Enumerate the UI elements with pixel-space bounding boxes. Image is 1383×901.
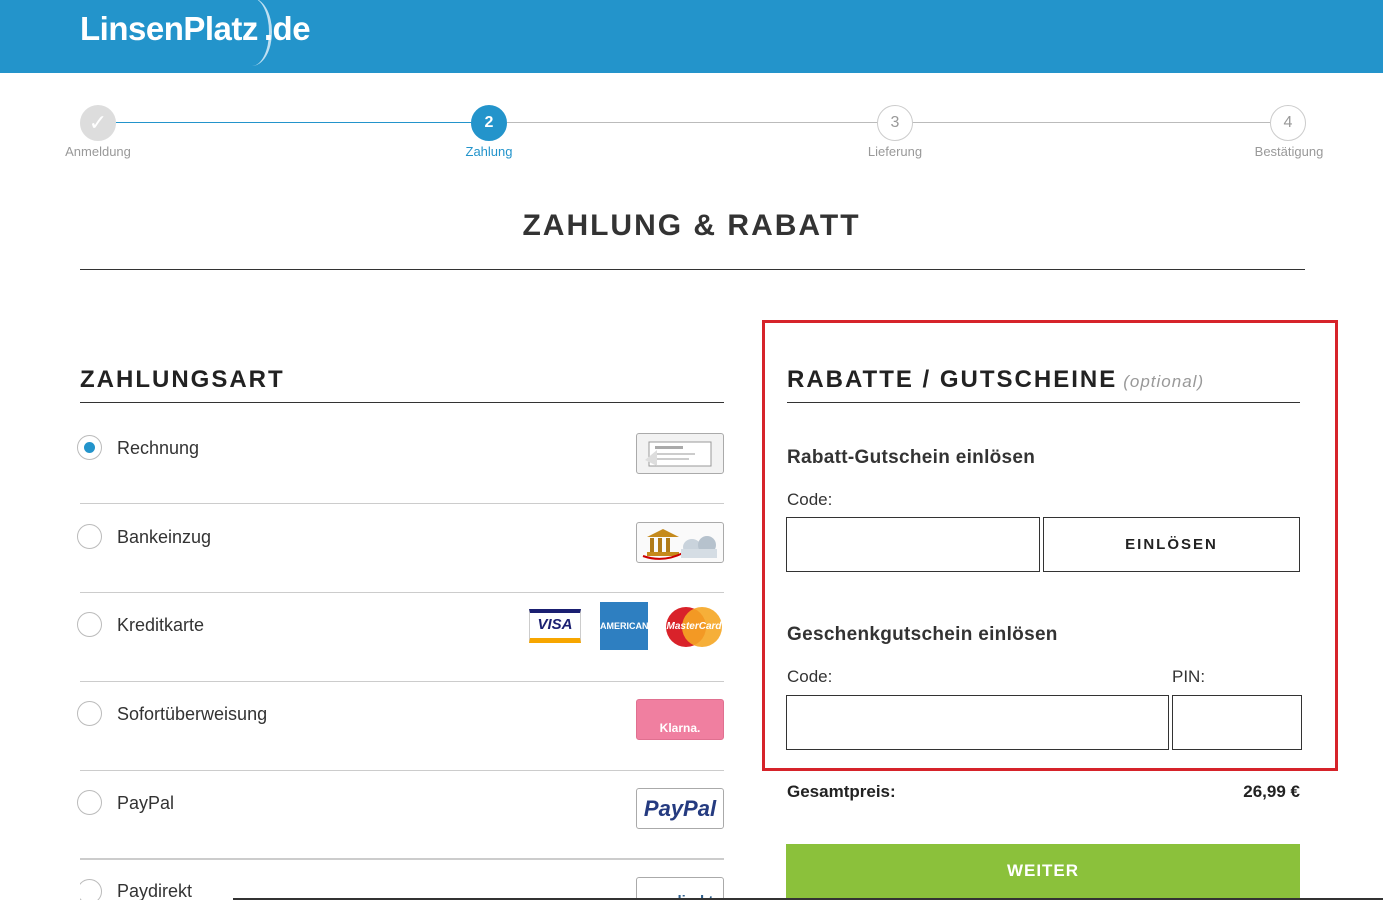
checkout-progress: ✓ Anmeldung 2 Zahlung 3 Lieferung 4 Best…	[0, 100, 1383, 170]
klarna-logo: Klarna.	[636, 699, 724, 740]
step-3-circle: 3	[877, 105, 913, 141]
coupon-code-input[interactable]	[786, 517, 1040, 572]
discount-title-text: RABATTE / GUTSCHEINE	[787, 366, 1118, 393]
step-2-circle: 2	[471, 105, 507, 141]
radio-paypal[interactable]	[77, 790, 102, 815]
payment-label-bankeinzug: Bankeinzug	[117, 527, 212, 547]
mastercard-text: MasterCard	[666, 621, 722, 632]
step-2-label: Zahlung	[465, 144, 513, 159]
payment-label-paydirekt: Paydirekt	[117, 881, 193, 900]
invoice-icon	[636, 433, 724, 474]
redeem-coupon-button[interactable]: EINLÖSEN	[1043, 517, 1300, 572]
total-price-label: Gesamtpreis:	[787, 782, 896, 801]
amex-logo: AMERICAN EXPRESS	[600, 602, 649, 679]
progress-line-completed	[116, 122, 472, 123]
coupon-title: Rabatt-Gutschein einlösen	[787, 447, 1036, 468]
gift-code-label: Code:	[787, 667, 833, 686]
payment-label-rechnung: Rechnung	[117, 438, 200, 458]
mastercard-logo: MasterCard	[666, 607, 722, 647]
logo-tld-text: .de	[263, 10, 311, 47]
payment-section-title: ZAHLUNGSART	[80, 366, 285, 393]
gift-code-input[interactable]	[786, 695, 1169, 750]
step-1-label: Anmeldung	[65, 144, 131, 159]
paydirekt-logo: paydirekt	[636, 877, 724, 900]
radio-sofort[interactable]	[77, 701, 102, 726]
bottom-divider	[233, 898, 1383, 900]
visa-logo: VISA	[529, 609, 581, 643]
site-logo[interactable]: LinsenPlatz .de	[80, 0, 311, 66]
total-price-value: 26,99 €	[1243, 782, 1300, 801]
step-4-circle: 4	[1270, 105, 1306, 141]
step-1-circle[interactable]: ✓	[80, 105, 116, 141]
payment-label-sofort: Sofortüberweisung	[117, 704, 268, 724]
payment-option-kreditkarte[interactable]: Kreditkarte VISA AMERICAN EXPRESS Master…	[77, 593, 724, 682]
bank-icon	[636, 522, 724, 563]
payment-option-bankeinzug[interactable]: Bankeinzug	[77, 504, 724, 593]
radio-kreditkarte[interactable]	[77, 612, 102, 637]
payment-option-paydirekt[interactable]: Paydirekt paydirekt	[80, 860, 724, 900]
payment-option-sofort[interactable]: Sofortüberweisung Klarna.	[77, 682, 724, 771]
coupon-code-label: Code:	[787, 490, 833, 509]
gift-card-title: Geschenkgutschein einlösen	[787, 624, 1058, 645]
payment-label-paypal: PayPal	[117, 793, 175, 813]
radio-bankeinzug[interactable]	[77, 524, 102, 549]
discount-divider	[787, 402, 1300, 403]
step-4-label: Bestätigung	[1254, 144, 1324, 159]
discount-optional-hint: (optional)	[1123, 372, 1205, 391]
paypal-logo: PayPal	[636, 788, 724, 829]
title-divider	[80, 269, 1305, 270]
step-3-label: Lieferung	[867, 144, 923, 159]
row-divider	[80, 858, 724, 859]
payment-divider	[80, 402, 724, 403]
continue-button[interactable]: WEITER	[786, 844, 1300, 898]
payment-option-paypal[interactable]: PayPal PayPal	[77, 771, 724, 860]
site-header: LinsenPlatz .de	[0, 0, 1383, 73]
payment-label-kreditkarte: Kreditkarte	[117, 615, 205, 635]
radio-rechnung[interactable]	[77, 435, 102, 460]
radio-paydirekt[interactable]	[80, 879, 102, 900]
gift-pin-label: PIN:	[1172, 667, 1206, 686]
gift-pin-input[interactable]	[1172, 695, 1302, 750]
payment-option-rechnung[interactable]: Rechnung	[77, 415, 724, 504]
page-title: ZAHLUNG & RABATT	[522, 209, 861, 242]
discount-section-title: RABATTE / GUTSCHEINE (optional)	[787, 366, 1204, 394]
